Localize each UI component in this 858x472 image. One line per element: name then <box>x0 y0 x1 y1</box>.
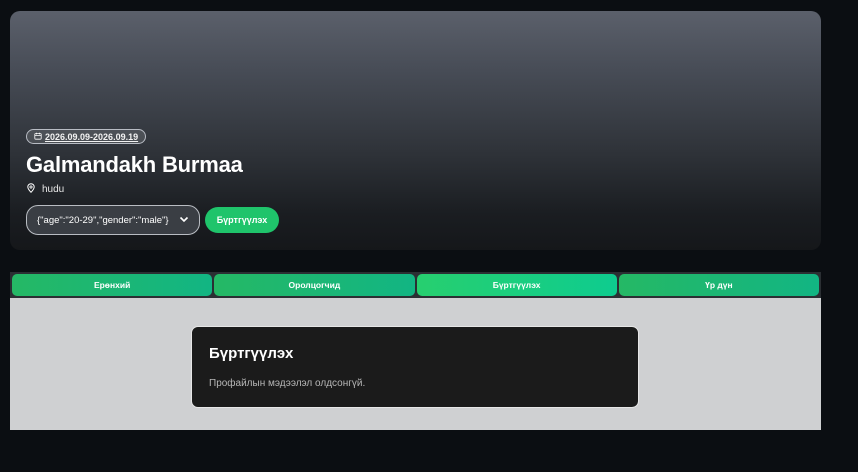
tab-overview[interactable]: Ерөнхий <box>12 274 213 296</box>
card-message: Профайлын мэдээлэл олдсонгүй. <box>209 378 366 389</box>
location-pin-icon <box>26 183 36 196</box>
location-text: hudu <box>42 184 65 195</box>
registration-card: Бүртгүүлэх Профайлын мэдээлэл олдсонгүй. <box>191 326 639 408</box>
event-hero: 2026.09.09-2026.09.19 Galmandakh Burmaa … <box>10 11 821 250</box>
calendar-icon <box>34 132 42 142</box>
register-button[interactable]: Бүртгүүлэх <box>205 207 279 233</box>
tab-results[interactable]: Үр дүн <box>618 274 819 296</box>
chevron-down-icon <box>179 214 189 227</box>
tab-bar: Ерөнхий Оролцогчид Бүртгүүлэх Үр дүн <box>10 272 821 298</box>
date-range: 2026.09.09-2026.09.19 <box>45 131 139 142</box>
card-title: Бүртгүүлэх <box>209 345 294 362</box>
event-title: Galmandakh Burmaa <box>26 152 243 177</box>
date-badge: 2026.09.09-2026.09.19 <box>26 129 147 144</box>
profile-select[interactable]: {"age":"20-29","gender":"male"} <box>26 205 200 235</box>
tab-register[interactable]: Бүртгүүлэх <box>416 274 617 296</box>
content-panel: Ерөнхий Оролцогчид Бүртгүүлэх Үр дүн Бүр… <box>10 272 821 430</box>
tab-participants[interactable]: Оролцогчид <box>214 274 415 296</box>
profile-select-value: {"age":"20-29","gender":"male"} <box>37 214 169 226</box>
event-location: hudu <box>26 183 64 196</box>
